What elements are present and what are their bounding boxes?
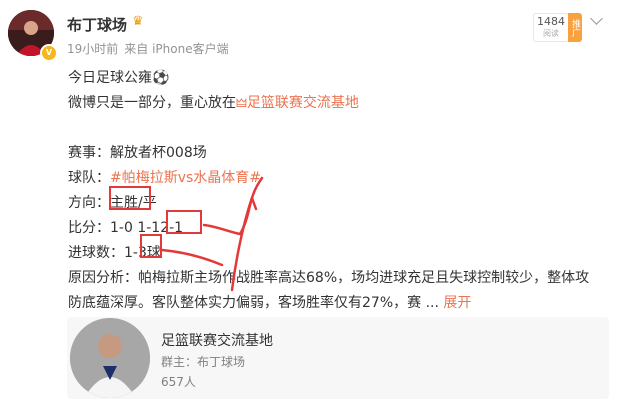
highlight-box-score [166,210,202,234]
teams-hashtag[interactable]: #帕梅拉斯vs水晶体育# [110,170,261,186]
post-time[interactable]: 19小时前 [67,42,118,56]
chevron-down-icon[interactable] [590,12,603,25]
highlight-box-direction [109,186,151,210]
match-value: 解放者杯008场 [110,145,207,161]
goals-plain: 1- [124,245,138,261]
promote-button[interactable]: 推广 [568,13,582,42]
group-avatar[interactable] [70,318,150,398]
read-count: 1484 [537,15,565,28]
post-line-intro: 今日足球公雍⚽ [68,70,170,86]
group-link[interactable]: 足篮联赛交流基地 [247,95,359,111]
reason-body: 原因分析：帕梅拉斯主场作战胜率高达68%，场均进球充足且失球控制较少，整体攻防底… [68,270,590,311]
link-icon: 🜲 [236,96,247,110]
post-source: 来自 iPhone客户端 [124,42,229,56]
username[interactable]: 布丁球场 [67,14,127,35]
teams-label: 球队： [68,170,110,186]
focus-text: 微博只是一部分，重心放在 [68,95,236,111]
direction-label: 方向： [68,195,110,211]
post-meta: 19小时前 来自 iPhone客户端 [67,40,229,57]
group-card[interactable]: 足篮联赛交流基地 群主：布丁球场 657人 [67,317,609,399]
read-count-box: 1484 阅读 [533,13,569,42]
reason-text: 原因分析：帕梅拉斯主场作战胜率高达68%，场均进球充足且失球控制较少，整体攻防底… [68,266,603,316]
post-line-focus: 微博只是一部分，重心放在🜲足篮联赛交流基地 [68,91,603,116]
group-members: 657人 [161,375,196,389]
read-label: 阅读 [543,29,559,38]
group-title[interactable]: 足篮联赛交流基地 [161,330,273,350]
group-owner: 群主：布丁球场 [161,355,246,369]
match-line: 赛事：解放者杯008场 [68,141,603,166]
highlight-box-goals [140,234,162,258]
expand-link[interactable]: 展开 [443,295,471,311]
verified-badge-icon: V [40,44,58,62]
ellipsis: ... [425,295,439,311]
goals-label: 进球数： [68,245,124,261]
score-label: 比分： [68,220,110,236]
crown-icon: ♛ [132,14,144,29]
match-label: 赛事： [68,145,110,161]
